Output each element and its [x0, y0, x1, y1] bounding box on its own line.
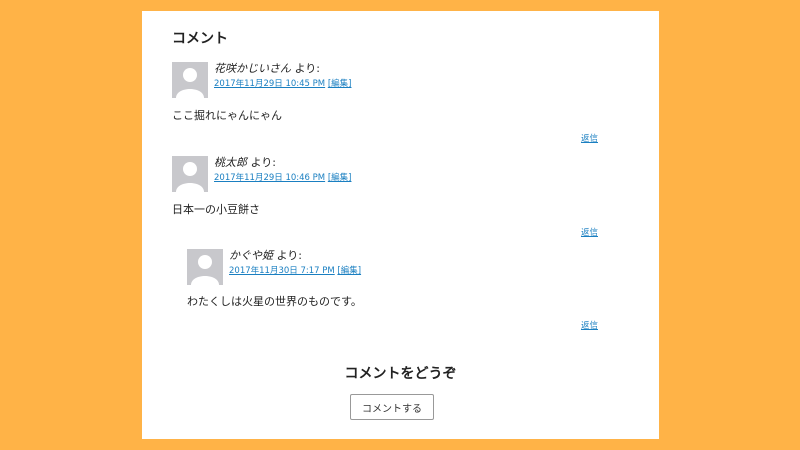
comment-author-line: 花咲かじいさん より: [214, 62, 351, 76]
user-silhouette-icon [191, 255, 219, 285]
comment-author: 花咲かじいさん [214, 62, 291, 75]
comment-item-reply: かぐや姫 より: 2017年11月30日 7:17 PM [編集] わたくしは火… [187, 249, 614, 333]
reply-link[interactable]: 返信 [581, 132, 598, 144]
comment-says: より: [276, 249, 303, 262]
comment-date-link[interactable]: 2017年11月29日 10:45 PM [214, 79, 325, 89]
comment-author-line: 桃太郎 より: [214, 156, 351, 170]
user-silhouette-icon [176, 68, 204, 98]
comment-meta: 花咲かじいさん より: 2017年11月29日 10:45 PM [編集] [214, 62, 351, 90]
comment-item: 桃太郎 より: 2017年11月29日 10:46 PM [編集] 日本一の小豆… [172, 156, 614, 240]
comment-text: 日本一の小豆餅さ [172, 203, 260, 216]
avatar [187, 249, 223, 285]
edit-link[interactable]: [編集] [337, 266, 361, 276]
respond-title: コメントをどうぞ [344, 366, 457, 382]
comment-text: ここ掘れにゃんにゃん [172, 109, 282, 122]
comment-button[interactable]: コメントする [350, 394, 434, 420]
comment-author: 桃太郎 [214, 156, 247, 169]
avatar [172, 62, 208, 98]
comment-says: より: [250, 156, 277, 169]
comment-meta: 桃太郎 より: 2017年11月29日 10:46 PM [編集] [214, 156, 351, 184]
comments-panel: コメント 花咲かじいさん より: 2017年11月29日 10:45 PM [編… [142, 11, 659, 439]
avatar [172, 156, 208, 192]
comment-date-link[interactable]: 2017年11月29日 10:46 PM [214, 173, 325, 183]
comment-item: 花咲かじいさん より: 2017年11月29日 10:45 PM [編集] ここ… [172, 62, 614, 146]
edit-link[interactable]: [編集] [328, 79, 352, 89]
reply-link[interactable]: 返信 [581, 226, 598, 238]
comment-date-line: 2017年11月30日 7:17 PM [編集] [229, 265, 361, 277]
comment-date-link[interactable]: 2017年11月30日 7:17 PM [229, 266, 335, 276]
comment-meta: かぐや姫 より: 2017年11月30日 7:17 PM [編集] [229, 249, 361, 277]
comment-text: わたくしは火星の世界のものです。 [187, 295, 362, 308]
comment-author: かぐや姫 [229, 249, 273, 262]
comment-says: より: [294, 62, 321, 75]
comments-heading: コメント [172, 31, 228, 47]
comment-date-line: 2017年11月29日 10:45 PM [編集] [214, 78, 351, 90]
comment-author-line: かぐや姫 より: [229, 249, 361, 263]
user-silhouette-icon [176, 162, 204, 192]
edit-link[interactable]: [編集] [328, 173, 352, 183]
comment-date-line: 2017年11月29日 10:46 PM [編集] [214, 172, 351, 184]
reply-link[interactable]: 返信 [581, 319, 598, 331]
